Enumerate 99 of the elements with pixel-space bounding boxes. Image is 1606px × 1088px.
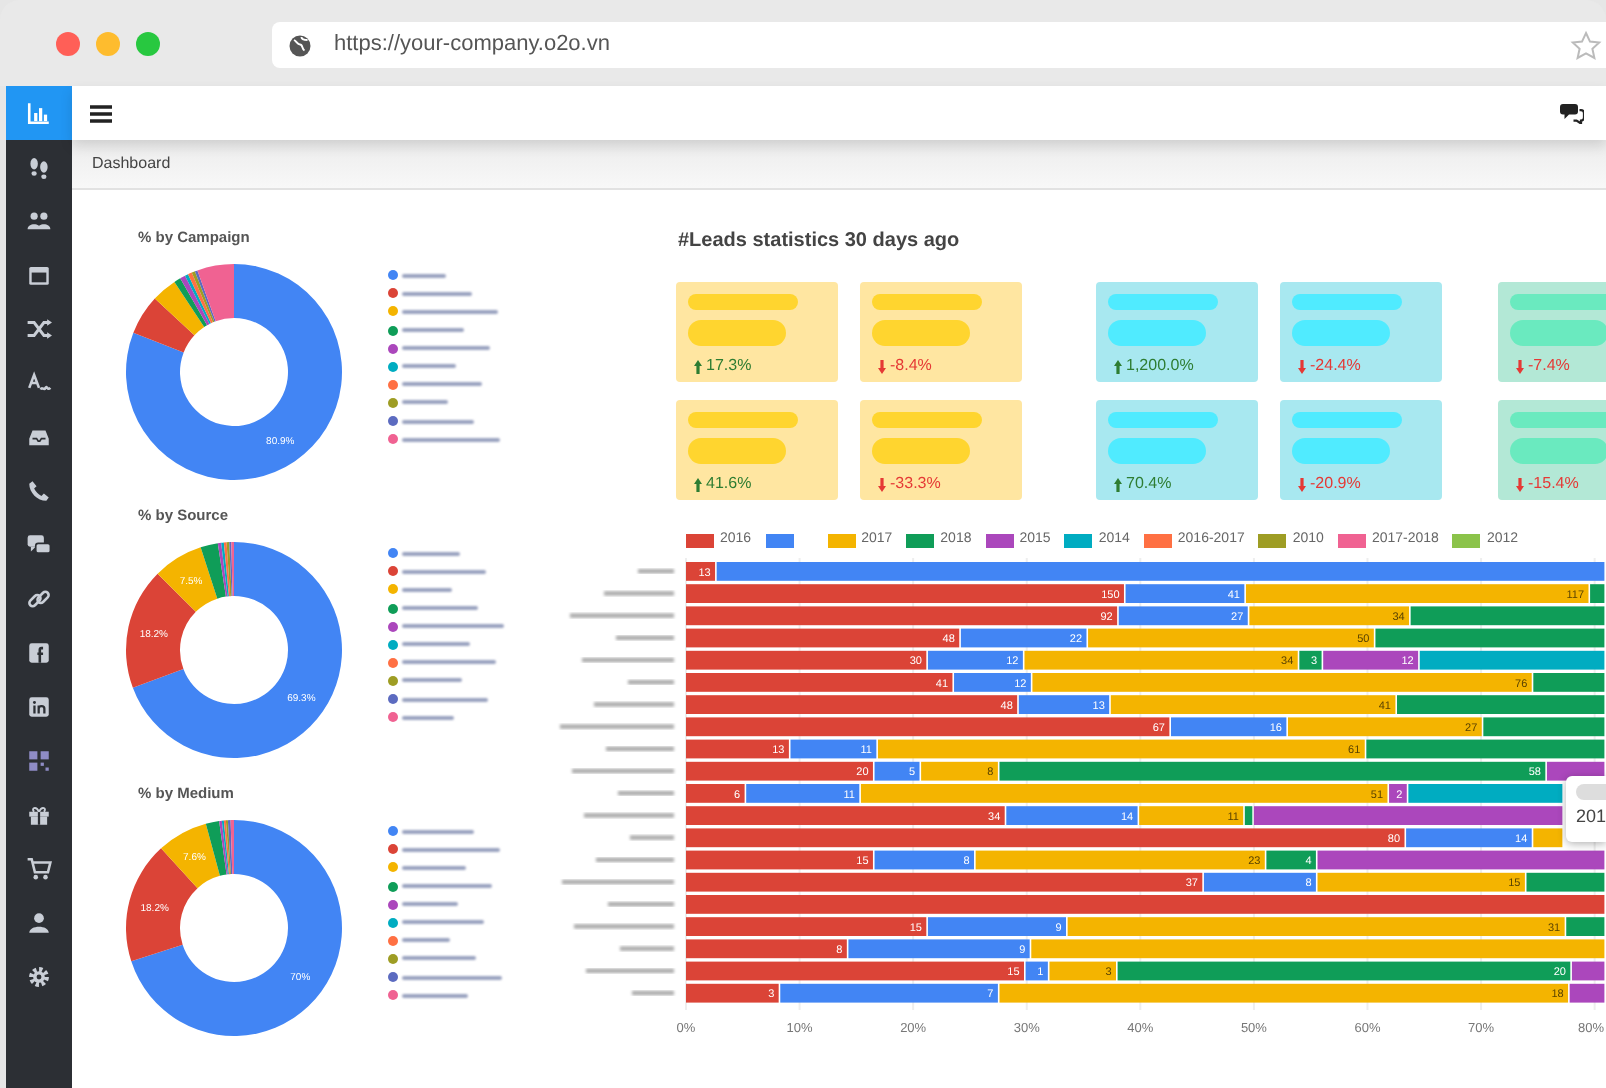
blurred-legend-text	[402, 309, 498, 314]
placeholder-bar	[872, 412, 982, 428]
blurred-category-label	[618, 791, 674, 796]
placeholder-bar	[688, 412, 798, 428]
blurred-legend-text	[402, 364, 456, 369]
blurred-category-label	[594, 702, 674, 707]
change-value: -7.4%	[1528, 354, 1570, 378]
change-value: -8.4%	[890, 354, 932, 378]
blurred-category-label	[586, 968, 674, 973]
blurred-legend-text	[402, 865, 466, 870]
blurred-legend-text	[402, 551, 460, 556]
placeholder-bar	[1292, 320, 1390, 346]
square-f-logo-icon	[26, 640, 52, 666]
blurred-legend-text	[402, 382, 482, 387]
change-value: 1,200.0%	[1126, 354, 1194, 378]
gift-icon	[26, 802, 52, 828]
breadcrumb[interactable]: Dashboard	[92, 152, 171, 176]
settings-icon	[26, 964, 52, 990]
tooltip-text: 201	[1576, 806, 1606, 826]
placeholder-bar	[1108, 320, 1206, 346]
placeholder-bar	[872, 320, 970, 346]
url-text: https://your-company.o2o.vn	[334, 30, 610, 61]
blurred-category-label	[562, 879, 674, 885]
blurred-legend-text	[402, 437, 500, 442]
phone-icon	[26, 478, 52, 504]
placeholder-bar	[1108, 438, 1206, 464]
blurred-legend-text	[402, 678, 462, 683]
placeholder-bar	[1108, 412, 1218, 428]
change-value: -33.3%	[890, 472, 941, 496]
blurred-legend-text	[402, 902, 458, 907]
section-title: #Leads statistics 30 days ago	[678, 230, 962, 254]
blurred-category-label	[560, 724, 674, 729]
footprints-icon	[26, 154, 52, 180]
blurred-category-label	[606, 746, 674, 751]
menu-icon[interactable]	[90, 103, 112, 123]
blurred-category-label	[570, 613, 674, 618]
qr-code-icon	[26, 748, 52, 774]
placeholder-bar	[1292, 294, 1402, 310]
blurred-category-label	[630, 835, 674, 840]
blurred-legend-text	[402, 642, 470, 647]
globe-icon	[288, 33, 312, 57]
blurred-legend-text	[402, 624, 504, 629]
change-value: -24.4%	[1310, 354, 1361, 378]
blurred-category-label	[632, 990, 674, 996]
blurred-legend-text	[402, 587, 452, 592]
blurred-category-label	[638, 569, 674, 574]
blurred-legend-text	[402, 847, 500, 852]
blurred-legend-text	[402, 291, 472, 296]
blurred-legend-text	[402, 346, 490, 351]
change-value: -15.4%	[1528, 472, 1579, 496]
chat-icon	[26, 532, 52, 558]
blurred-legend-text	[402, 273, 446, 278]
blurred-legend-text	[402, 606, 478, 611]
blurred-legend-text	[402, 400, 448, 405]
blurred-category-label	[574, 924, 674, 929]
tooltip-swatch	[1576, 784, 1606, 800]
placeholder-bar	[1292, 438, 1390, 464]
blurred-category-label	[620, 946, 674, 951]
blurred-legend-text	[402, 938, 450, 943]
bar-chart-icon	[26, 100, 52, 126]
blurred-category-label	[596, 857, 674, 862]
blurred-category-label	[604, 591, 674, 596]
blurred-legend-text	[402, 569, 486, 574]
blurred-category-label	[582, 657, 674, 663]
change-value: -20.9%	[1310, 472, 1361, 496]
placeholder-bar	[1292, 412, 1402, 428]
blurred-category-label	[572, 768, 674, 774]
placeholder-bar	[1108, 294, 1218, 310]
blurred-legend-text	[402, 993, 468, 998]
star-icon[interactable]	[1570, 29, 1602, 61]
address-bar[interactable]: https://your-company.o2o.vn	[272, 22, 1606, 68]
square-in-logo-icon	[26, 694, 52, 720]
change-value: 17.3%	[706, 354, 752, 378]
cart-icon	[26, 856, 52, 882]
placeholder-bar	[688, 438, 786, 464]
person-icon	[26, 910, 52, 936]
blurred-legend-text	[402, 715, 454, 720]
blurred-legend-text	[402, 829, 474, 834]
blurred-legend-text	[402, 328, 464, 333]
blurred-category-label	[608, 902, 674, 907]
blurred-legend-text	[402, 920, 484, 925]
users-icon	[26, 208, 52, 234]
change-value: 41.6%	[706, 472, 752, 496]
blurred-legend-text	[402, 660, 496, 665]
placeholder-bar	[872, 438, 970, 464]
shuffle-icon	[26, 316, 52, 342]
blurred-category-label	[584, 813, 674, 818]
blurred-legend-text	[402, 884, 492, 889]
signature-icon	[26, 370, 52, 396]
blurred-legend-text	[402, 956, 476, 961]
blurred-category-label	[616, 635, 674, 640]
chat-icon[interactable]	[1560, 102, 1584, 124]
placeholder-bar	[872, 294, 982, 310]
placeholder-bar	[688, 294, 798, 310]
placeholder-bar	[688, 320, 786, 346]
link-icon	[26, 586, 52, 612]
blurred-category-label	[628, 680, 674, 685]
change-value: 70.4%	[1126, 472, 1172, 496]
calendar-icon	[26, 262, 52, 288]
